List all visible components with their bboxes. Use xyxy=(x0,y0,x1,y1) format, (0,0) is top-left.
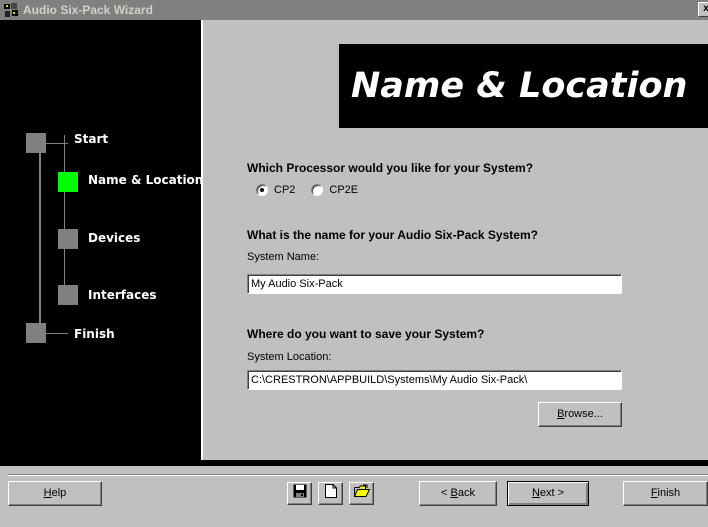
next-accel: N xyxy=(531,487,540,499)
location-question: Where do you want to save your System? xyxy=(247,327,485,341)
finish-button[interactable]: Finish xyxy=(623,481,708,506)
wizard-footer: Help < Back Next > Finish xyxy=(0,466,708,527)
back-label-rest: ack xyxy=(457,487,475,499)
system-name-input[interactable]: My Audio Six-Pack xyxy=(247,274,622,294)
back-accel: B xyxy=(450,487,458,499)
radio-cp2[interactable] xyxy=(256,184,268,196)
app-icon xyxy=(3,2,19,18)
tree-trunk-line xyxy=(39,143,41,335)
next-button[interactable]: Next > xyxy=(507,481,589,506)
radio-cp2e-label[interactable]: CP2E xyxy=(329,184,358,196)
system-name-label: System Name: xyxy=(247,251,320,263)
help-accel: H xyxy=(43,487,52,499)
open-button[interactable] xyxy=(349,482,374,505)
radio-cp2e[interactable] xyxy=(311,184,324,196)
help-button[interactable]: Help xyxy=(8,481,102,506)
browse-button[interactable]: Browse... xyxy=(538,402,622,427)
wizard-steps-panel: Start Name & Location Devices Interfaces… xyxy=(0,20,204,460)
system-location-input[interactable]: C:\CRESTRON\APPBUILD\Systems\My Audio Si… xyxy=(247,370,622,390)
save-button[interactable] xyxy=(287,482,312,505)
page-heading-text: Name & Location xyxy=(351,66,688,106)
processor-radio-group: CP2 CP2E xyxy=(256,184,374,196)
step-label-start: Start xyxy=(74,132,109,146)
new-document-icon xyxy=(324,484,337,503)
step-marker-finish xyxy=(26,323,46,343)
step-label-devices: Devices xyxy=(88,231,141,245)
step-label-name-location: Name & Location xyxy=(88,173,204,187)
back-button[interactable]: < Back xyxy=(419,481,497,506)
help-label-rest: elp xyxy=(51,487,67,499)
tree-branch-line xyxy=(64,135,65,295)
window-title: Audio Six-Pack Wizard xyxy=(23,3,153,17)
step-marker-start xyxy=(26,133,46,153)
next-label-rest: ext > xyxy=(539,487,565,499)
title-bar: Audio Six-Pack Wizard x xyxy=(0,0,708,20)
processor-question: Which Processor would you like for your … xyxy=(247,161,534,175)
new-button[interactable] xyxy=(318,482,343,505)
save-icon xyxy=(293,484,307,503)
step-marker-devices xyxy=(58,229,78,249)
finish-label-rest: inish xyxy=(657,487,681,499)
wizard-page: Name & Location Which Processor would yo… xyxy=(201,20,708,460)
step-label-finish: Finish xyxy=(74,327,115,341)
step-marker-interfaces xyxy=(58,285,78,305)
step-marker-name-location xyxy=(58,172,78,192)
name-question: What is the name for your Audio Six-Pack… xyxy=(247,228,538,242)
open-folder-icon xyxy=(353,484,370,503)
browse-label-rest: rowse... xyxy=(564,408,603,420)
finish-accel: F xyxy=(650,487,658,499)
footer-separator xyxy=(8,474,708,476)
radio-cp2-label[interactable]: CP2 xyxy=(274,184,295,196)
step-label-interfaces: Interfaces xyxy=(88,288,157,302)
close-button[interactable]: x xyxy=(698,2,708,17)
page-heading: Name & Location xyxy=(339,44,708,128)
back-prefix: < xyxy=(441,487,451,499)
system-location-label: System Location: xyxy=(247,351,332,363)
